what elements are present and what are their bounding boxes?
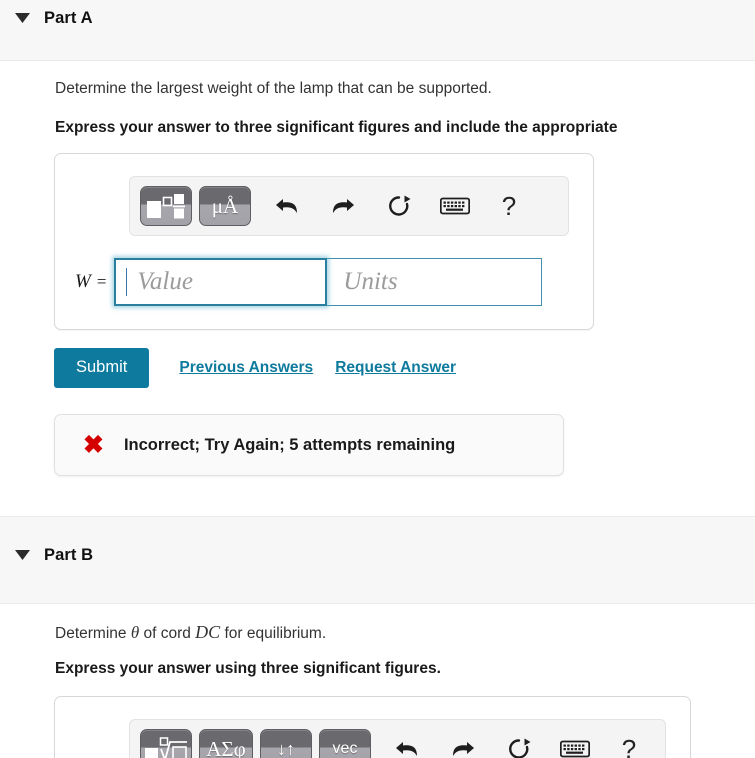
part-a-input-row: W = Value Units xyxy=(75,258,543,306)
cord-dc-symbol: DC xyxy=(195,622,221,642)
part-b-question-middle: of cord xyxy=(139,625,196,642)
theta-symbol: θ xyxy=(130,623,140,642)
greek-symbols-button[interactable]: ΑΣφ xyxy=(199,729,253,758)
submit-button[interactable]: Submit xyxy=(54,348,150,388)
previous-answers-link[interactable]: Previous Answers xyxy=(179,359,313,377)
units-button[interactable]: μÅ xyxy=(199,186,251,226)
request-answer-link[interactable]: Request Answer xyxy=(335,359,456,377)
part-b-answer-box: ΑΣφ ↓↑ vec ? xyxy=(54,696,691,758)
arrows-button[interactable]: ↓↑ xyxy=(260,729,312,758)
units-input-placeholder: Units xyxy=(343,268,398,295)
value-input-placeholder: Value xyxy=(137,268,193,295)
reset-icon[interactable] xyxy=(499,731,539,758)
help-icon-label: ? xyxy=(501,190,517,221)
reset-icon[interactable] xyxy=(379,188,419,224)
undo-icon[interactable] xyxy=(267,188,307,224)
part-a-instruction: Express your answer to three significant… xyxy=(55,119,618,136)
arrows-label: ↓↑ xyxy=(277,739,295,758)
help-icon[interactable]: ? xyxy=(609,731,649,758)
part-a-actions: Submit Previous Answers Request Answer xyxy=(54,348,456,388)
math-template-button[interactable] xyxy=(140,729,192,758)
chevron-down-icon[interactable] xyxy=(0,13,44,23)
help-icon[interactable]: ? xyxy=(489,188,529,224)
equals-sign: = xyxy=(96,272,107,291)
text-cursor xyxy=(126,268,128,296)
math-template-button[interactable] xyxy=(140,186,192,226)
keyboard-icon[interactable] xyxy=(555,731,595,758)
vector-button[interactable]: vec xyxy=(319,729,371,758)
variable-label: W xyxy=(75,271,91,292)
part-b-question: Determine θ of cord DC for equilibrium. xyxy=(55,622,326,643)
vector-label: vec xyxy=(332,740,358,757)
feedback-text: Incorrect; Try Again; 5 attempts remaini… xyxy=(123,435,456,454)
greek-symbols-label: ΑΣφ xyxy=(206,736,246,758)
part-a-feedback: ✖ Incorrect; Try Again; 5 attempts remai… xyxy=(54,414,564,476)
part-b-instruction: Express your answer using three signific… xyxy=(55,660,441,677)
value-input[interactable]: Value xyxy=(114,258,328,306)
redo-icon[interactable] xyxy=(443,731,483,758)
part-b-title: Part B xyxy=(44,545,94,564)
part-b-header-row[interactable]: Part B xyxy=(0,537,93,573)
units-button-label: μÅ xyxy=(211,193,239,218)
part-a-header-row[interactable]: Part A xyxy=(0,0,93,36)
chevron-down-icon[interactable] xyxy=(0,550,44,560)
part-b-header-band: Part B xyxy=(0,516,755,604)
part-a-toolbar: μÅ ? xyxy=(129,176,569,236)
redo-icon[interactable] xyxy=(323,188,363,224)
part-b-toolbar: ΑΣφ ↓↑ vec ? xyxy=(129,719,666,758)
x-mark-icon: ✖ xyxy=(83,430,104,459)
part-a-title: Part A xyxy=(44,8,93,27)
part-a-question: Determine the largest weight of the lamp… xyxy=(55,80,492,97)
undo-icon[interactable] xyxy=(387,731,427,758)
part-a-answer-box: μÅ ? W = Value Units xyxy=(54,153,594,330)
part-a-header-band: Part A xyxy=(0,0,755,61)
units-input[interactable]: Units xyxy=(326,258,543,306)
help-icon-label: ? xyxy=(621,733,637,758)
keyboard-icon[interactable] xyxy=(435,188,475,224)
part-b-question-prefix: Determine xyxy=(55,625,131,642)
problem-page: Part A Determine the largest weight of t… xyxy=(0,0,755,758)
part-b-question-suffix: for equilibrium. xyxy=(220,625,327,642)
